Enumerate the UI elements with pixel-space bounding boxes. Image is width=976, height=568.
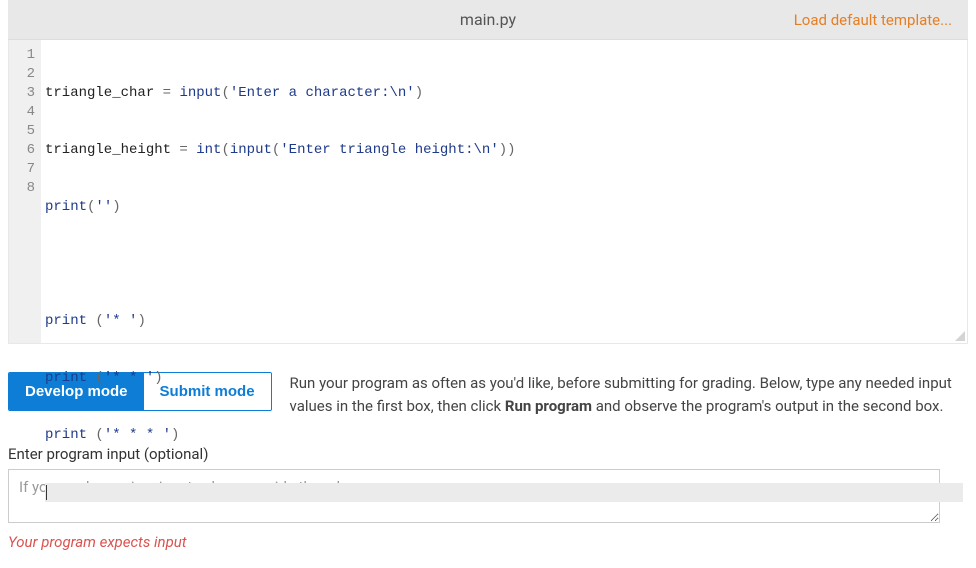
code-line: triangle_height = int(input('Enter trian… <box>45 141 963 160</box>
line-gutter: 1 2 3 4 5 6 7 8 <box>9 40 41 343</box>
line-number: 1 <box>9 46 41 65</box>
code-line: print ('* ') <box>45 312 963 331</box>
text-cursor <box>46 485 47 500</box>
code-line: print ('* * * ') <box>45 426 963 445</box>
line-number: 4 <box>9 103 41 122</box>
code-line-current <box>45 483 963 502</box>
code-editor[interactable]: 1 2 3 4 5 6 7 8 triangle_char = input('E… <box>8 40 968 344</box>
code-line: triangle_char = input('Enter a character… <box>45 84 963 103</box>
editor-container: main.py Load default template... 1 2 3 4… <box>8 0 968 344</box>
code-line: print('') <box>45 198 963 217</box>
filename-label: main.py <box>460 10 516 29</box>
code-content[interactable]: triangle_char = input('Enter a character… <box>41 40 967 343</box>
code-line <box>45 255 963 274</box>
line-number: 3 <box>9 84 41 103</box>
line-number: 6 <box>9 141 41 160</box>
line-number: 2 <box>9 65 41 84</box>
line-number: 8 <box>9 179 41 198</box>
editor-header: main.py Load default template... <box>8 0 968 40</box>
line-number: 5 <box>9 122 41 141</box>
load-template-link[interactable]: Load default template... <box>794 11 952 29</box>
line-number: 7 <box>9 160 41 179</box>
resize-handle-icon[interactable] <box>953 329 965 341</box>
code-line: print ('* * ') <box>45 369 963 388</box>
